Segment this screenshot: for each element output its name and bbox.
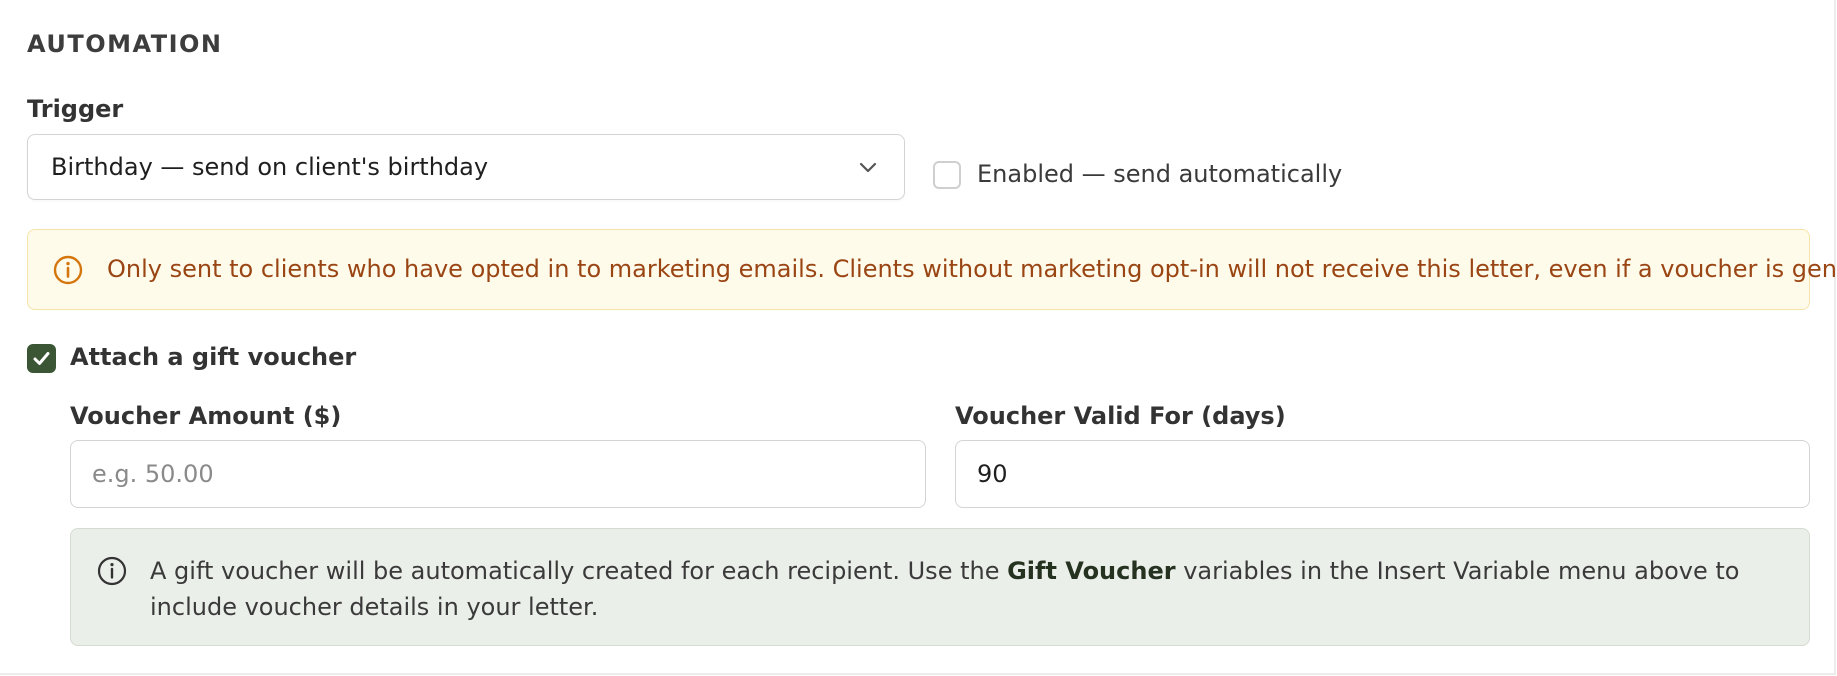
enabled-label[interactable]: Enabled — send automatically [977,160,1342,188]
warning-text: Only sent to clients who have opted in t… [107,255,1837,283]
info-text-before: A gift voucher will be automatically cre… [150,557,1008,585]
checkmark-icon [33,352,50,365]
voucher-amount-input[interactable] [70,440,926,508]
enabled-checkbox[interactable] [933,161,961,189]
voucher-valid-input[interactable] [955,440,1810,508]
voucher-info-text: A gift voucher will be automatically cre… [150,553,1790,625]
attach-voucher-checkbox[interactable] [27,344,56,373]
info-circle-icon [53,255,83,285]
automation-card: AUTOMATION Trigger Birthday — send on cl… [0,0,1837,675]
marketing-warning-banner: Only sent to clients who have opted in t… [27,229,1837,310]
gift-voucher-emphasis: Gift Voucher [1007,557,1176,585]
attach-voucher-label[interactable]: Attach a gift voucher [70,343,356,371]
voucher-valid-label: Voucher Valid For (days) [955,402,1286,430]
trigger-selected-value: Birthday — send on client's birthday [51,153,489,181]
voucher-info-box: A gift voucher will be automatically cre… [70,528,1810,646]
voucher-amount-label: Voucher Amount ($) [70,402,342,430]
section-title: AUTOMATION [27,30,223,58]
trigger-select[interactable]: Birthday — send on client's birthday [27,134,905,200]
info-circle-icon [97,556,127,586]
chevron-down-icon [859,162,877,173]
trigger-label: Trigger [27,95,124,123]
